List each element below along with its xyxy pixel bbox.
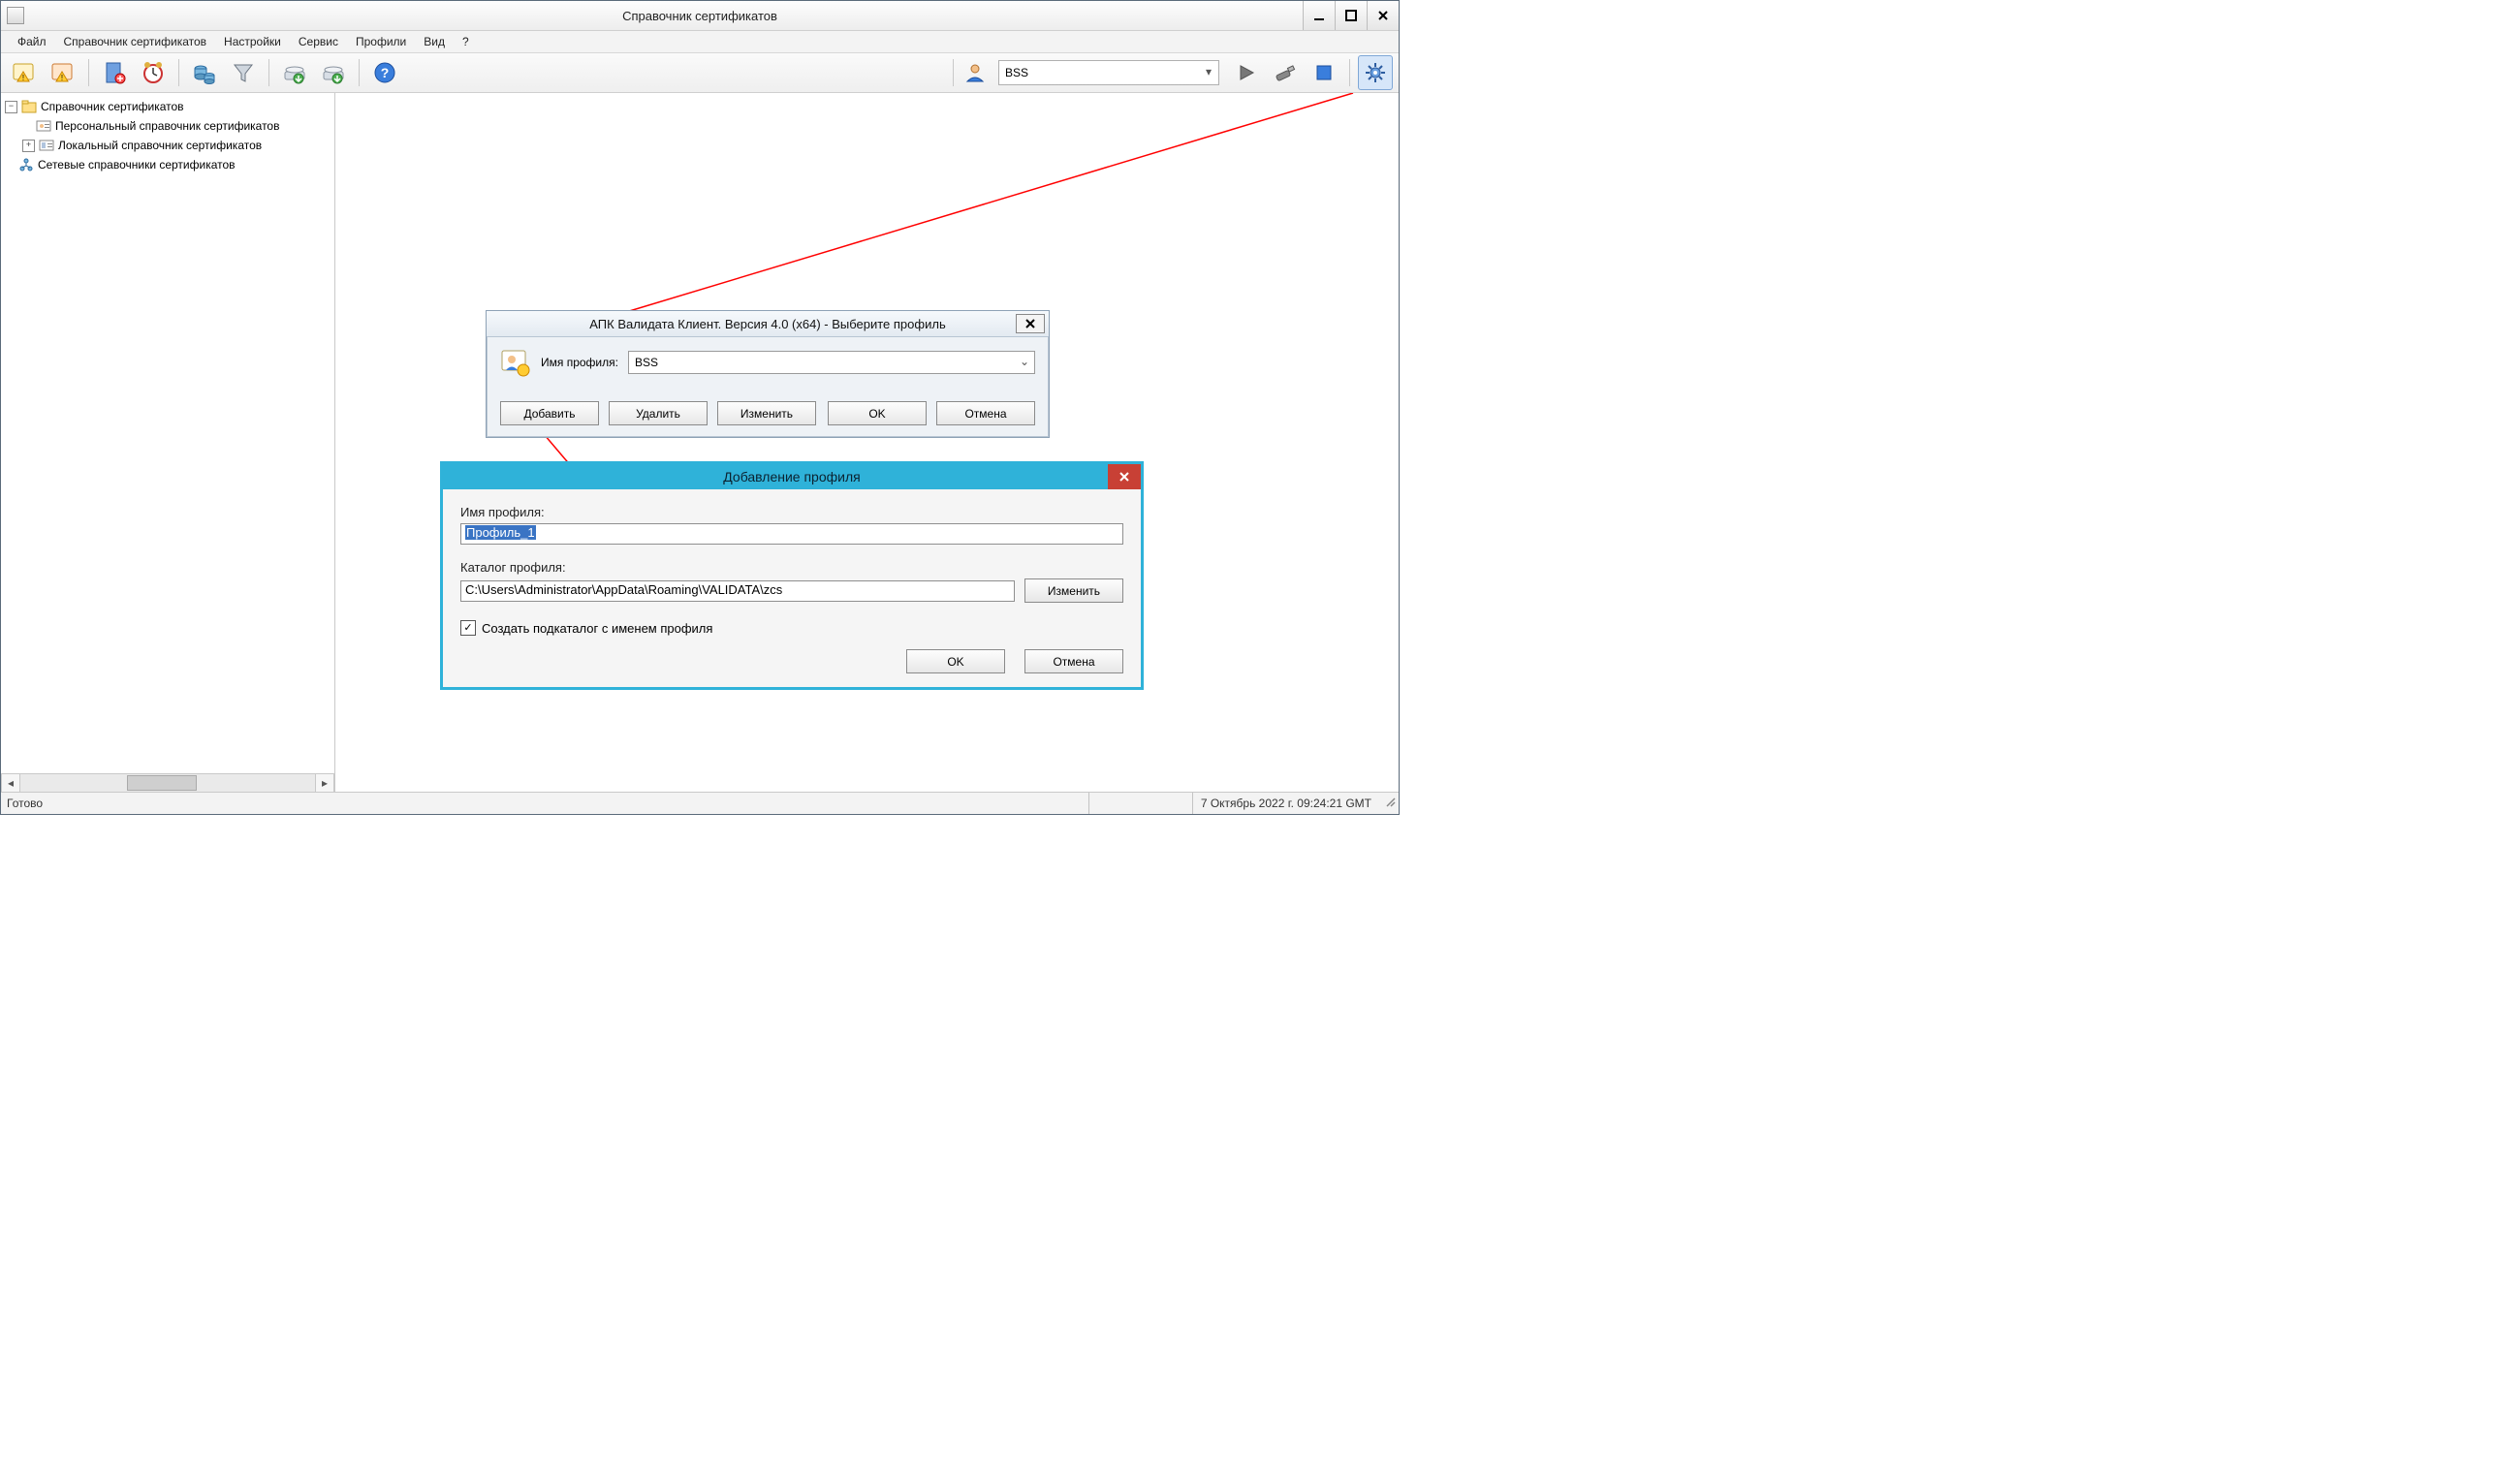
tree-local-label: Локальный справочник сертификатов [58, 139, 262, 152]
dialog-choose-profile: АПК Валидата Клиент. Версия 4.0 (x64) - … [486, 310, 1050, 438]
app-icon [7, 7, 24, 24]
svg-text:!: ! [61, 74, 63, 82]
dialog1-cancel-button[interactable]: Отмена [936, 401, 1035, 425]
content-pane: АПК Валидата Клиент. Версия 4.0 (x64) - … [335, 93, 1399, 792]
tool-drive-down-2-icon[interactable] [316, 55, 351, 90]
dialog-add-profile: Добавление профиля Имя профиля: Профиль_… [440, 461, 1144, 690]
window-title: Справочник сертификатов [1, 9, 1399, 23]
tree-root-label: Справочник сертификатов [41, 100, 184, 113]
dialog2-change-button[interactable]: Изменить [1024, 578, 1123, 603]
dialog1-profile-value: BSS [635, 356, 658, 369]
chevron-down-icon: ⌄ [1017, 354, 1032, 369]
dialog2-catalog-input[interactable]: C:\Users\Administrator\AppData\Roaming\V… [460, 580, 1015, 602]
dialog2-title: Добавление профиля [443, 469, 1141, 484]
menu-profiles[interactable]: Профили [347, 33, 415, 50]
tree-local[interactable]: + Локальный справочник сертификатов [5, 136, 331, 155]
toolbar-profile-value: BSS [1005, 66, 1028, 79]
statusbar: Готово 7 Октябрь 2022 г. 09:24:21 GMT [1, 792, 1399, 814]
toolbar-profile-combo[interactable]: BSS ▾ [998, 60, 1219, 85]
scroll-left-icon[interactable]: ◂ [1, 774, 20, 792]
tool-help-icon[interactable]: ? [367, 55, 402, 90]
minimize-button[interactable] [1303, 1, 1335, 30]
expand-icon[interactable]: + [22, 140, 35, 152]
status-datetime: 7 Октябрь 2022 г. 09:24:21 GMT [1192, 793, 1379, 814]
cert-personal-icon [36, 118, 51, 134]
dialog2-close-button[interactable] [1108, 464, 1141, 489]
tree-network[interactable]: Сетевые справочники сертификатов [5, 155, 331, 174]
dialog2-catalog-value: C:\Users\Administrator\AppData\Roaming\V… [465, 582, 782, 597]
scroll-track[interactable] [20, 774, 315, 792]
scroll-right-icon[interactable]: ▸ [315, 774, 334, 792]
svg-text:!: ! [22, 74, 24, 82]
cert-network-icon [18, 157, 34, 172]
dialog2-name-value: Профиль_1 [465, 525, 536, 540]
dialog2-name-input[interactable]: Профиль_1 [460, 523, 1123, 545]
dialog1-title: АПК Валидата Клиент. Версия 4.0 (x64) - … [487, 317, 1049, 331]
close-button[interactable] [1367, 1, 1399, 30]
tree-personal[interactable]: Персональный справочник сертификатов [5, 116, 331, 136]
dialog1-titlebar[interactable]: АПК Валидата Клиент. Версия 4.0 (x64) - … [487, 311, 1049, 337]
dialog2-cancel-button[interactable]: Отмена [1024, 649, 1123, 673]
tool-stop-icon[interactable] [1307, 55, 1341, 90]
scroll-thumb[interactable] [127, 775, 197, 791]
dialog1-add-button[interactable]: Добавить [500, 401, 599, 425]
dialog2-name-label: Имя профиля: [460, 505, 1123, 519]
status-ready: Готово [1, 797, 43, 810]
menu-view[interactable]: Вид [415, 33, 454, 50]
tree-network-label: Сетевые справочники сертификатов [38, 158, 236, 172]
dialog1-ok-button[interactable]: OK [828, 401, 927, 425]
dialog1-profile-combo[interactable]: BSS ⌄ [628, 351, 1035, 374]
tool-gear-icon[interactable] [1358, 55, 1393, 90]
menubar: Файл Справочник сертификатов Настройки С… [1, 31, 1399, 53]
collapse-icon[interactable]: − [5, 101, 17, 113]
dialog2-catalog-label: Каталог профиля: [460, 560, 1123, 575]
dialog1-change-button[interactable]: Изменить [717, 401, 816, 425]
tool-usb-icon[interactable] [1268, 55, 1303, 90]
titlebar: Справочник сертификатов [1, 1, 1399, 31]
tool-cert-warn-2-icon[interactable]: ! [46, 55, 80, 90]
main-window: Справочник сертификатов Файл Справочник … [0, 0, 1400, 815]
tree-personal-label: Персональный справочник сертификатов [55, 119, 279, 133]
tool-book-icon[interactable] [97, 55, 132, 90]
cert-local-icon [39, 138, 54, 153]
sidebar-hscroll[interactable]: ◂ ▸ [1, 773, 334, 792]
svg-text:?: ? [381, 65, 390, 80]
menu-help[interactable]: ? [454, 33, 478, 50]
dialog1-delete-button[interactable]: Удалить [609, 401, 708, 425]
dialog2-ok-button[interactable]: OK [906, 649, 1005, 673]
tool-funnel-icon[interactable] [226, 55, 261, 90]
sidebar: − Справочник сертификатов Персональный с… [1, 93, 335, 792]
resize-grip-icon[interactable] [1379, 797, 1399, 810]
tree[interactable]: − Справочник сертификатов Персональный с… [1, 93, 334, 773]
status-empty-cell [1088, 793, 1192, 814]
menu-cert-ref[interactable]: Справочник сертификатов [55, 33, 216, 50]
profile-icon [500, 347, 531, 378]
tool-db-icon[interactable] [187, 55, 222, 90]
dialog2-subdir-label: Создать подкаталог с именем профиля [482, 621, 712, 636]
tool-cert-warn-1-icon[interactable]: ! [7, 55, 42, 90]
maximize-button[interactable] [1335, 1, 1367, 30]
menu-settings[interactable]: Настройки [215, 33, 290, 50]
chevron-down-icon: ▾ [1201, 64, 1216, 79]
dialog1-name-label: Имя профиля: [541, 356, 618, 369]
dialog2-subdir-checkbox[interactable]: ✓ [460, 620, 476, 636]
tool-play-icon[interactable] [1229, 55, 1264, 90]
dialog1-close-button[interactable] [1016, 314, 1045, 333]
dialog2-titlebar[interactable]: Добавление профиля [443, 464, 1141, 489]
tree-root[interactable]: − Справочник сертификатов [5, 97, 331, 116]
folder-icon [21, 99, 37, 114]
tool-user-icon[interactable] [961, 55, 989, 90]
tool-drive-down-icon[interactable] [277, 55, 312, 90]
menu-file[interactable]: Файл [9, 33, 55, 50]
annotation-arrows [335, 93, 1400, 797]
menu-service[interactable]: Сервис [290, 33, 347, 50]
toolbar: ! ! ? [1, 53, 1399, 93]
tool-clock-icon[interactable] [136, 55, 171, 90]
